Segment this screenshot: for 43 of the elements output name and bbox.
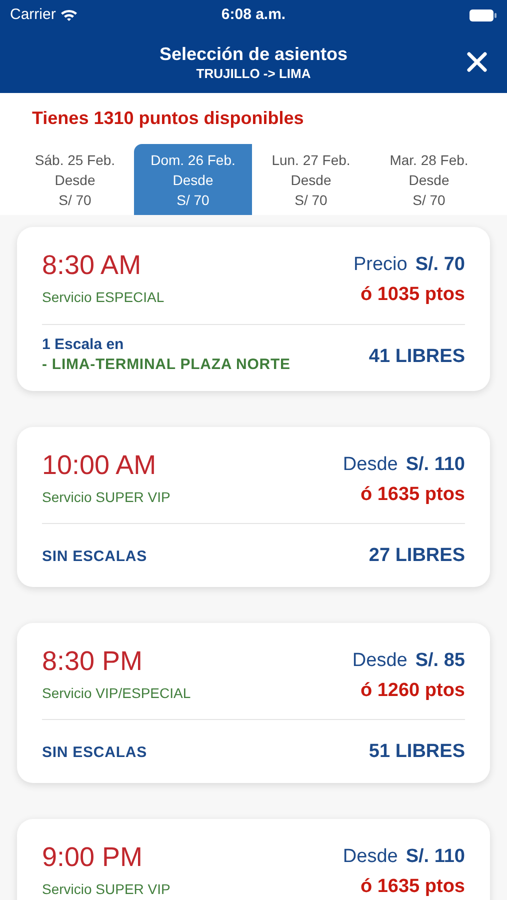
trip-card[interactable]: 8:30 AM Servicio ESPECIAL Precio S/. 70 ó 1035 ptos 1 Escala en - LIMA-TERMINAL PLAZA NORTE 41 LIBRES xyxy=(17,227,490,390)
departure-time: 10:00 AM xyxy=(42,448,158,480)
wifi-icon xyxy=(60,8,78,22)
points-price: ó 1035 ptos xyxy=(360,283,465,307)
header-title: Selección de asientos xyxy=(159,42,348,66)
stop-label: 1 Escala en xyxy=(42,334,125,354)
price-amount: S/. 85 xyxy=(415,648,465,672)
date-tab[interactable]: Dom. 26 Feb. Desde S/ 70 xyxy=(134,144,252,215)
points-price: ó 1635 ptos xyxy=(360,874,465,898)
date-tab[interactable]: Sáb. 25 Feb. Desde S/ 70 xyxy=(16,144,134,215)
trip-card[interactable]: 10:00 AM Servicio SUPER VIP Desde S/. 110 ó 1635 ptos SIN ESCALAS 27 LIBRES xyxy=(17,426,490,586)
trip-card[interactable]: 8:30 PM Servicio VIP/ESPECIAL Desde S/. 85 ó 1260 ptos SIN ESCALAS 51 LIBRES xyxy=(17,622,490,782)
service-type: Servicio SUPER VIP xyxy=(42,880,170,898)
service-type: Servicio ESPECIAL xyxy=(42,288,164,307)
carrier-label: Carrier xyxy=(10,4,56,25)
seats-available: 41 LIBRES xyxy=(368,344,465,368)
seats-available: 51 LIBRES xyxy=(368,740,465,764)
close-icon xyxy=(466,51,488,73)
departure-time: 8:30 AM xyxy=(42,249,142,281)
points-price: ó 1635 ptos xyxy=(360,482,465,506)
clock-time: 6:08 a.m. xyxy=(221,4,286,25)
stop-place: - LIMA-TERMINAL PLAZA NORTE xyxy=(42,354,290,374)
price-label: Desde xyxy=(342,844,398,868)
points-notice: Tienes 1310 puntos disponibles xyxy=(32,108,304,128)
date-tab[interactable]: Lun. 27 Feb. Desde S/ 70 xyxy=(252,144,370,215)
price-label: Desde xyxy=(342,452,398,476)
price-amount: S/. 70 xyxy=(415,253,465,277)
date-tab[interactable]: Mar. 28 Feb. Desde S/ 70 xyxy=(370,144,488,215)
seats-available: 27 LIBRES xyxy=(368,544,465,568)
service-type: Servicio SUPER VIP xyxy=(42,488,170,506)
departure-time: 9:00 PM xyxy=(42,840,144,872)
stop-label: SIN ESCALAS xyxy=(42,743,147,763)
route-label: TRUJILLO -> LIMA xyxy=(196,66,311,82)
trip-card[interactable]: 9:00 PM Servicio SUPER VIP Desde S/. 110 ó 1635 ptos xyxy=(17,818,490,900)
service-type: Servicio VIP/ESPECIAL xyxy=(42,684,191,702)
price-amount: S/. 110 xyxy=(406,844,465,868)
battery-icon xyxy=(469,8,497,22)
points-price: ó 1260 ptos xyxy=(360,678,465,702)
stop-label: SIN ESCALAS xyxy=(42,547,147,567)
price-amount: S/. 110 xyxy=(406,452,465,476)
price-label: Desde xyxy=(352,648,408,672)
price-label: Precio xyxy=(353,253,408,277)
departure-time: 8:30 PM xyxy=(42,644,144,676)
